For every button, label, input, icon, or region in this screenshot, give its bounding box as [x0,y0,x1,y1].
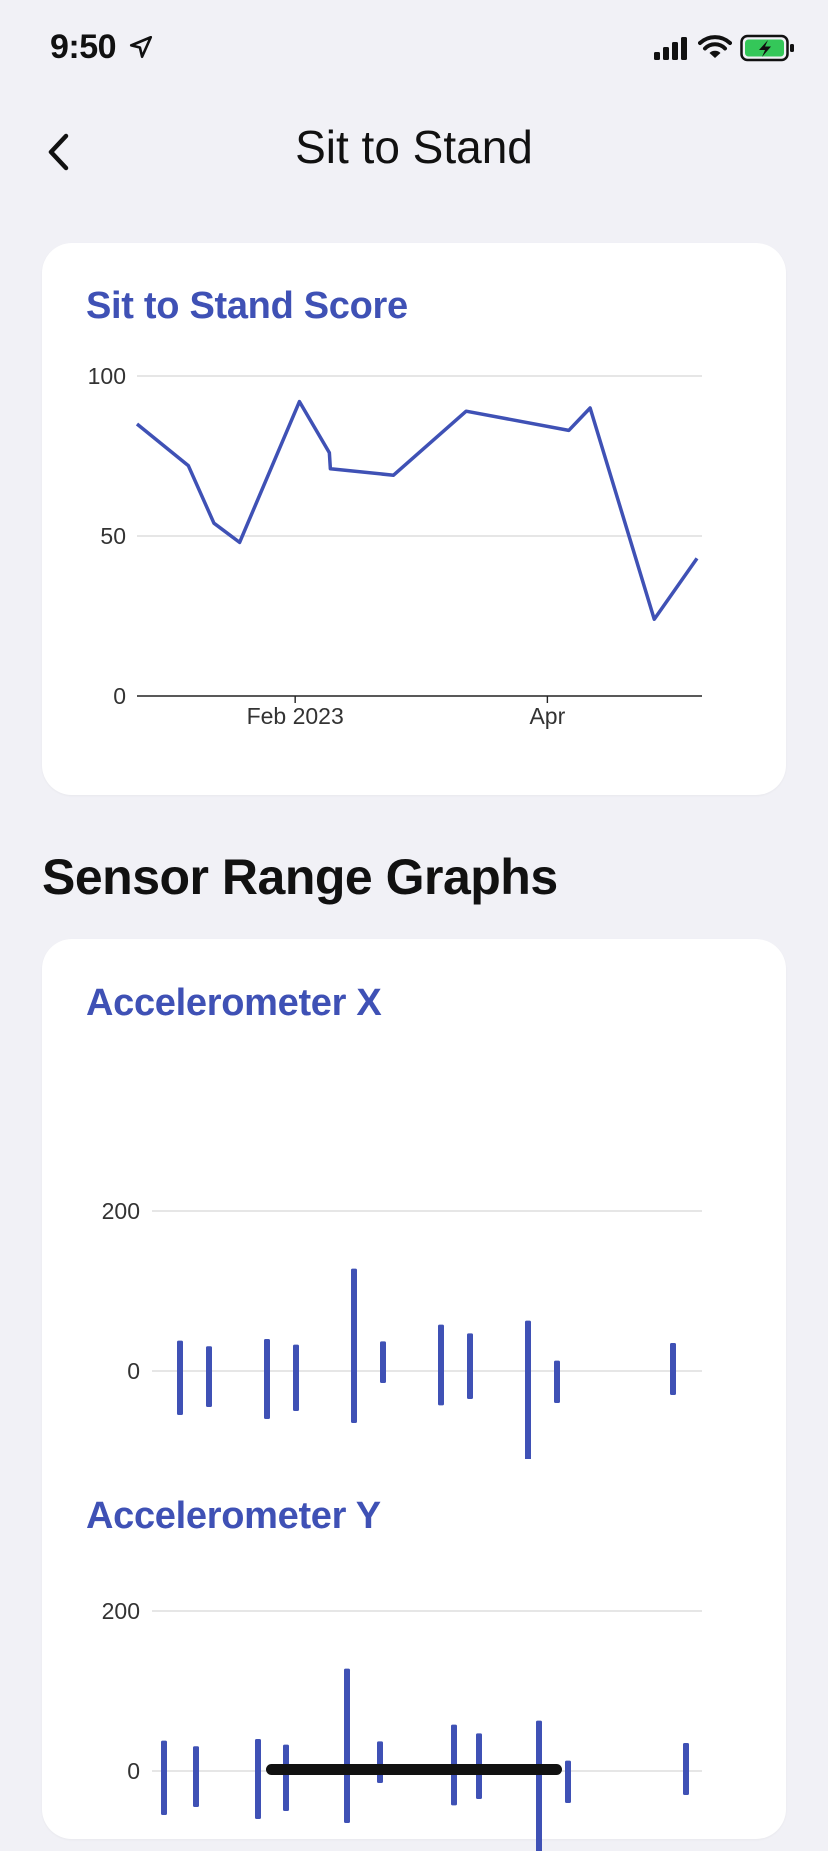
range-bar [536,1721,542,1851]
range-bar [670,1343,676,1395]
location-arrow-icon [128,34,154,60]
range-bar [193,1746,199,1807]
range-bar [554,1361,560,1403]
y-tick-label: 50 [100,523,126,549]
range-bar [351,1269,357,1423]
accel-x-range-chart: -2000200Mar 81522 [42,1039,786,1459]
range-bar [283,1745,289,1811]
score-series-line [137,402,697,620]
wifi-icon [698,34,732,60]
range-bar [377,1741,383,1783]
range-bar [161,1741,167,1815]
y-tick-label: 0 [113,683,126,709]
accel-y-title: Accelerometer Y [86,1495,381,1538]
page-title: Sit to Stand [0,120,828,174]
battery-charging-icon [740,34,796,62]
range-bar [525,1321,531,1459]
section-heading: Sensor Range Graphs [42,848,558,906]
score-line-chart: 0 50 100 Feb 2023 Apr [42,243,786,795]
status-bar: 9:50 [0,0,828,100]
x-tick-label: Feb 2023 [247,703,344,729]
y-tick-label: 0 [127,1758,140,1784]
x-tick-label: Apr [529,703,565,729]
cellular-signal-icon [654,36,690,62]
y-tick-label: 200 [102,1198,140,1224]
range-bar [293,1345,299,1411]
range-bar [177,1341,183,1415]
range-bar [380,1341,386,1383]
status-time: 9:50 [50,28,116,67]
range-bar [683,1743,689,1795]
y-tick-label: 0 [127,1358,140,1384]
accel-y-range-chart: 0 200 [42,1551,786,1851]
range-bar [565,1761,571,1803]
score-card: Sit to Stand Score 050100Feb 2023Apr [42,243,786,795]
range-bar [206,1346,212,1407]
y-tick-label: 100 [88,363,126,389]
accel-x-title: Accelerometer X [86,982,381,1025]
range-bar [467,1333,473,1399]
range-bar [344,1669,350,1823]
range-bar [255,1739,261,1819]
range-bar [264,1339,270,1419]
home-indicator [266,1764,562,1775]
sensor-card: Accelerometer X -2000200Mar 81522 Accele… [42,939,786,1839]
y-tick-label: 200 [102,1598,140,1624]
range-bar [438,1325,444,1406]
